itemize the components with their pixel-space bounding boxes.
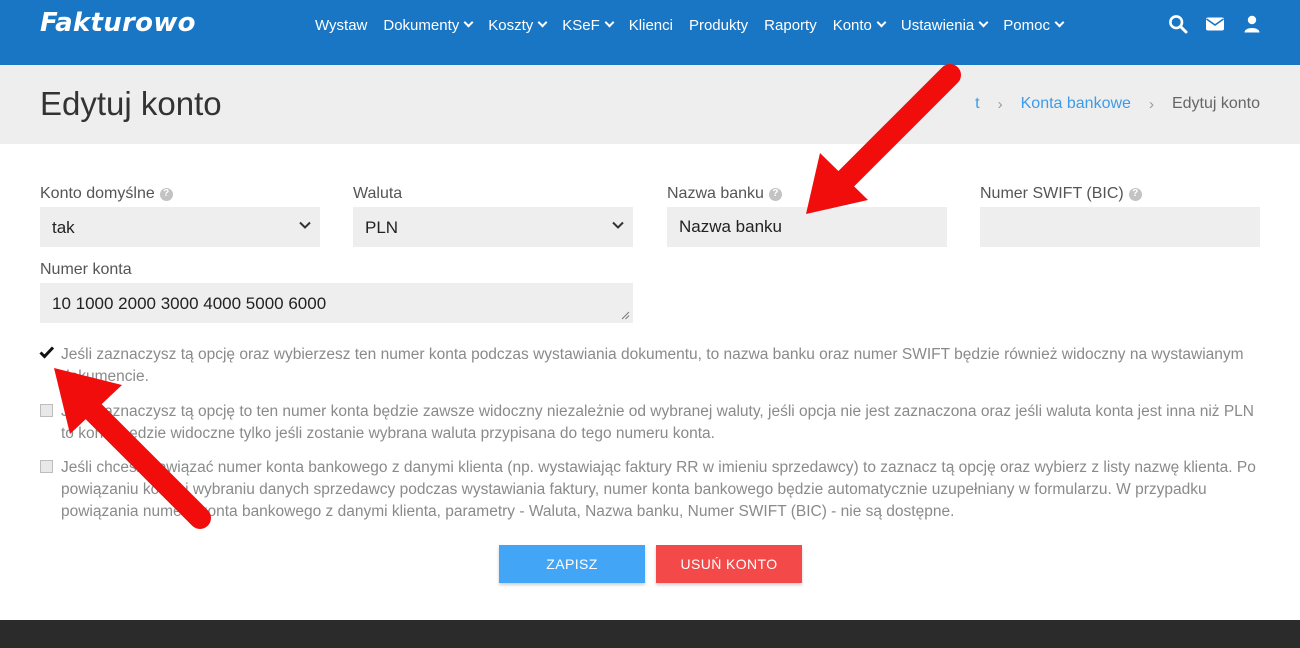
currency-label: Waluta <box>353 185 402 203</box>
nav-item-label: Klienci <box>628 16 673 34</box>
chevron-down-icon <box>463 17 474 28</box>
textarea-value: 10 1000 2000 3000 4000 5000 6000 <box>52 294 327 313</box>
link-client-checkbox[interactable] <box>40 460 53 473</box>
nav-item-produkty[interactable]: Produkty <box>689 17 748 34</box>
option-link-client: Jeśli chcesz powiązać numer konta bankow… <box>40 457 1260 523</box>
envelope-icon[interactable] <box>1205 14 1225 34</box>
option-description: Jeśli zaznaczysz tą opcję oraz wybierzes… <box>61 346 1244 385</box>
option-always-visible: Jeśli zaznaczysz tą opcję to ten numer k… <box>40 401 1260 445</box>
always-visible-checkbox[interactable] <box>40 404 53 417</box>
account-number-label: Numer konta <box>40 261 132 279</box>
field-label-text: Nazwa banku <box>667 185 764 202</box>
help-icon[interactable]: ? <box>1128 187 1142 201</box>
nav-item-label: Raporty <box>764 16 817 34</box>
option-show-bank-details: Jeśli zaznaczysz tą opcję oraz wybierzes… <box>39 344 1260 388</box>
nav-item-klienci[interactable]: Klienci <box>629 17 673 34</box>
default-account-select[interactable]: tak <box>40 207 320 247</box>
nav-item-label: Koszty <box>488 16 534 34</box>
field-label-text: Waluta <box>353 185 403 202</box>
nav-item-wystaw[interactable]: Wystaw <box>315 17 367 34</box>
main-menu: Wystaw Dokumenty Koszty KSeF Klienci Pro… <box>307 0 1071 50</box>
nav-item-koszty[interactable]: Koszty <box>488 16 548 34</box>
default-account-label: Konto domyślne ? <box>40 185 173 203</box>
breadcrumb-separator: › <box>1148 95 1154 113</box>
nav-item-raporty[interactable]: Raporty <box>764 17 817 34</box>
nav-item-label: Ustawienia <box>900 16 975 34</box>
search-icon[interactable] <box>1168 14 1188 34</box>
help-icon[interactable]: ? <box>159 187 173 201</box>
breadcrumb-separator: › <box>997 95 1003 113</box>
resize-handle-icon[interactable] <box>621 311 630 320</box>
breadcrumb-item-bank-accounts[interactable]: Konta bankowe <box>1021 95 1131 113</box>
breadcrumb-item-current: Edytuj konto <box>1171 95 1260 112</box>
field-label-text: Konto domyślne <box>40 185 155 202</box>
chevron-down-icon <box>876 17 887 28</box>
swift-input[interactable] <box>980 207 1260 247</box>
nav-item-label: KSeF <box>562 16 600 34</box>
help-icon[interactable]: ? <box>768 187 782 201</box>
chevron-down-icon <box>537 17 548 28</box>
nav-item-ustawienia[interactable]: Ustawienia <box>900 16 989 34</box>
swift-label: Numer SWIFT (BIC) ? <box>980 185 1142 203</box>
nav-item-label: Dokumenty <box>383 16 460 34</box>
nav-item-label: Produkty <box>688 16 749 34</box>
nav-item-label: Konto <box>832 16 872 34</box>
chevron-down-icon <box>612 221 624 229</box>
show-bank-details-checkbox[interactable] <box>39 346 55 360</box>
user-icon[interactable] <box>1242 14 1262 34</box>
select-value: PLN <box>365 218 399 237</box>
top-navbar: Fakturowo Wystaw Dokumenty Koszty KSeF K… <box>0 0 1300 65</box>
nav-item-dokumenty[interactable]: Dokumenty <box>383 16 474 34</box>
chevron-down-icon <box>299 221 311 229</box>
bank-name-input[interactable] <box>667 207 947 247</box>
breadcrumb-item-partial[interactable]: t <box>975 95 979 113</box>
chevron-down-icon <box>1054 17 1065 28</box>
nav-item-label: Wystaw <box>315 16 368 34</box>
breadcrumb: t › Konta bankowe › Edytuj konto <box>975 95 1260 113</box>
page-title: Edytuj konto <box>40 85 222 122</box>
bank-name-label: Nazwa banku ? <box>667 185 782 203</box>
option-description: Jeśli zaznaczysz tą opcję to ten numer k… <box>61 403 1254 442</box>
nav-item-pomoc[interactable]: Pomoc <box>1003 16 1065 34</box>
nav-item-ksef[interactable]: KSeF <box>562 16 615 34</box>
save-button[interactable]: ZAPISZ <box>499 545 645 583</box>
delete-account-button[interactable]: USUŃ KONTO <box>656 545 802 583</box>
option-description: Jeśli chcesz powiązać numer konta bankow… <box>61 459 1256 520</box>
nav-item-label: Pomoc <box>1003 16 1050 34</box>
page-header: Edytuj konto t › Konta bankowe › Edytuj … <box>0 65 1300 144</box>
checkmark-icon <box>39 346 55 359</box>
field-label-text: Numer SWIFT (BIC) <box>980 185 1124 202</box>
chevron-down-icon <box>604 17 615 28</box>
nav-item-konto[interactable]: Konto <box>832 16 887 34</box>
logo[interactable]: Fakturowo <box>40 8 196 38</box>
field-label-text: Numer konta <box>40 261 132 278</box>
chevron-down-icon <box>978 17 989 28</box>
nav-icon-group <box>1168 14 1279 34</box>
select-value: tak <box>52 218 75 237</box>
footer <box>0 620 1300 648</box>
account-number-textarea[interactable]: 10 1000 2000 3000 4000 5000 6000 <box>40 283 633 323</box>
currency-select[interactable]: PLN <box>353 207 633 247</box>
